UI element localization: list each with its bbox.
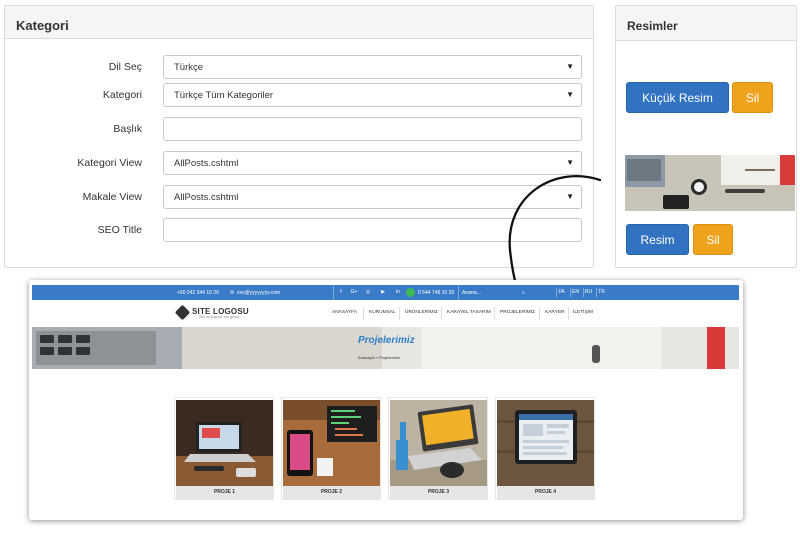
logo-icon bbox=[174, 304, 191, 321]
article-view-label: Makale View bbox=[82, 191, 142, 203]
nav-item-kurumsal[interactable]: KURUMSAL bbox=[369, 310, 396, 315]
chevron-down-icon: ▼ bbox=[566, 90, 574, 99]
search-icon[interactable]: ⌕ bbox=[522, 290, 525, 296]
resimler-panel: Resimler Küçük Resim Sil Resim Sil bbox=[615, 5, 797, 268]
form-row-title: Başlık bbox=[5, 117, 593, 141]
category-select[interactable]: Türkçe Tüm Kategoriler ▼ bbox=[163, 83, 582, 107]
project-card[interactable]: PROJE 2 bbox=[281, 397, 381, 500]
project-image bbox=[390, 400, 487, 486]
youtube-icon[interactable]: ▶ bbox=[378, 288, 388, 297]
facebook-icon[interactable]: f bbox=[336, 288, 346, 297]
project-label: PROJE 1 bbox=[176, 486, 273, 499]
instagram-icon[interactable]: ◎ bbox=[363, 288, 373, 297]
language-select[interactable]: Türkçe ▼ bbox=[163, 55, 582, 79]
article-view-value: AllPosts.cshtml bbox=[174, 192, 239, 203]
topbar-email: xxx@yyyyyyyy.com bbox=[237, 290, 281, 296]
project-label: PROJE 2 bbox=[283, 486, 380, 499]
nav-item-karyer[interactable]: KARYER bbox=[545, 310, 565, 315]
image-thumbnail bbox=[625, 155, 795, 211]
resimler-panel-title: Resimler bbox=[616, 6, 796, 41]
category-view-value: AllPosts.cshtml bbox=[174, 158, 239, 169]
project-image bbox=[283, 400, 380, 486]
nav-item-urunlerimiz[interactable]: ÜRÜNLERİMİZ bbox=[405, 310, 438, 315]
seo-title-label: SEO Title bbox=[97, 224, 142, 236]
site-logo-subtitle: Site url.png.xyz xxx group bbox=[199, 315, 240, 319]
project-card[interactable]: PROJE 4 bbox=[495, 397, 595, 500]
lang-fa[interactable]: FA bbox=[556, 288, 566, 297]
nav-divider bbox=[568, 307, 569, 320]
nav-item-iletisim[interactable]: İLETİŞİM bbox=[573, 310, 593, 315]
project-image bbox=[497, 400, 594, 486]
project-card[interactable]: PROJE 1 bbox=[174, 397, 274, 500]
language-select-value: Türkçe bbox=[174, 62, 204, 73]
category-select-value: Türkçe Tüm Kategoriler bbox=[174, 90, 274, 101]
form-row-category: Kategori Türkçe Tüm Kategoriler ▼ bbox=[5, 83, 593, 107]
mail-icon: ✉ bbox=[230, 290, 235, 296]
nav-item-projelerimiz[interactable]: PROJELERİMİZ bbox=[500, 310, 535, 315]
nav-divider bbox=[494, 307, 495, 320]
breadcrumb[interactable]: Anasayfa » Projelerimiz bbox=[358, 355, 400, 360]
project-image bbox=[176, 400, 273, 486]
topbar-phone: +90 242 344 10 20 bbox=[177, 290, 219, 296]
nav-divider bbox=[441, 307, 442, 320]
topbar-divider bbox=[333, 285, 334, 300]
title-label: Başlık bbox=[113, 123, 142, 135]
lang-ru[interactable]: RU bbox=[583, 288, 593, 297]
project-label: PROJE 3 bbox=[390, 486, 487, 499]
nav-divider bbox=[399, 307, 400, 320]
site-navbar: SITE LOGOSU Site url.png.xyz xxx group A… bbox=[32, 300, 739, 326]
nav-item-karayel-tasarim[interactable]: KARAYEL TASARIM bbox=[447, 310, 491, 315]
title-input[interactable] bbox=[163, 117, 582, 141]
small-image-button[interactable]: Küçük Resim bbox=[626, 82, 729, 113]
delete-image-button[interactable]: Sil bbox=[693, 224, 733, 255]
topbar-search[interactable]: Arama... bbox=[462, 290, 481, 296]
website-preview: +90 242 344 10 20 ✉ xxx@yyyyyyyy.com f G… bbox=[29, 280, 743, 520]
category-label: Kategori bbox=[102, 89, 142, 101]
lang-en[interactable]: EN bbox=[570, 288, 580, 297]
kategori-panel-title: Kategori bbox=[5, 6, 593, 39]
banner-background-image bbox=[32, 327, 739, 369]
project-label: PROJE 4 bbox=[497, 486, 594, 499]
linkedin-icon[interactable]: in bbox=[393, 288, 403, 297]
whatsapp-icon bbox=[406, 288, 415, 297]
lang-tr[interactable]: TR bbox=[596, 288, 606, 297]
topbar-whatsapp-phone: 0 544 748 10 20 bbox=[418, 290, 455, 296]
google-plus-icon[interactable]: G+ bbox=[349, 288, 359, 297]
nav-item-anasayfa[interactable]: ANASAYFA bbox=[332, 310, 357, 315]
site-topbar: +90 242 344 10 20 ✉ xxx@yyyyyyyy.com f G… bbox=[32, 285, 739, 300]
image-button[interactable]: Resim bbox=[626, 224, 689, 255]
banner-title: Projelerimiz bbox=[358, 335, 415, 346]
delete-small-image-button[interactable]: Sil bbox=[732, 82, 773, 113]
chevron-down-icon: ▼ bbox=[566, 62, 574, 71]
nav-divider bbox=[363, 307, 364, 320]
chevron-down-icon: ▼ bbox=[566, 158, 574, 167]
category-view-label: Kategori View bbox=[77, 157, 142, 169]
project-card[interactable]: PROJE 3 bbox=[388, 397, 488, 500]
form-row-language: Dil Seç Türkçe ▼ bbox=[5, 55, 593, 79]
topbar-divider bbox=[458, 285, 459, 300]
nav-divider bbox=[539, 307, 540, 320]
language-label: Dil Seç bbox=[108, 61, 142, 73]
page-banner: Projelerimiz Anasayfa » Projelerimiz bbox=[32, 327, 739, 369]
